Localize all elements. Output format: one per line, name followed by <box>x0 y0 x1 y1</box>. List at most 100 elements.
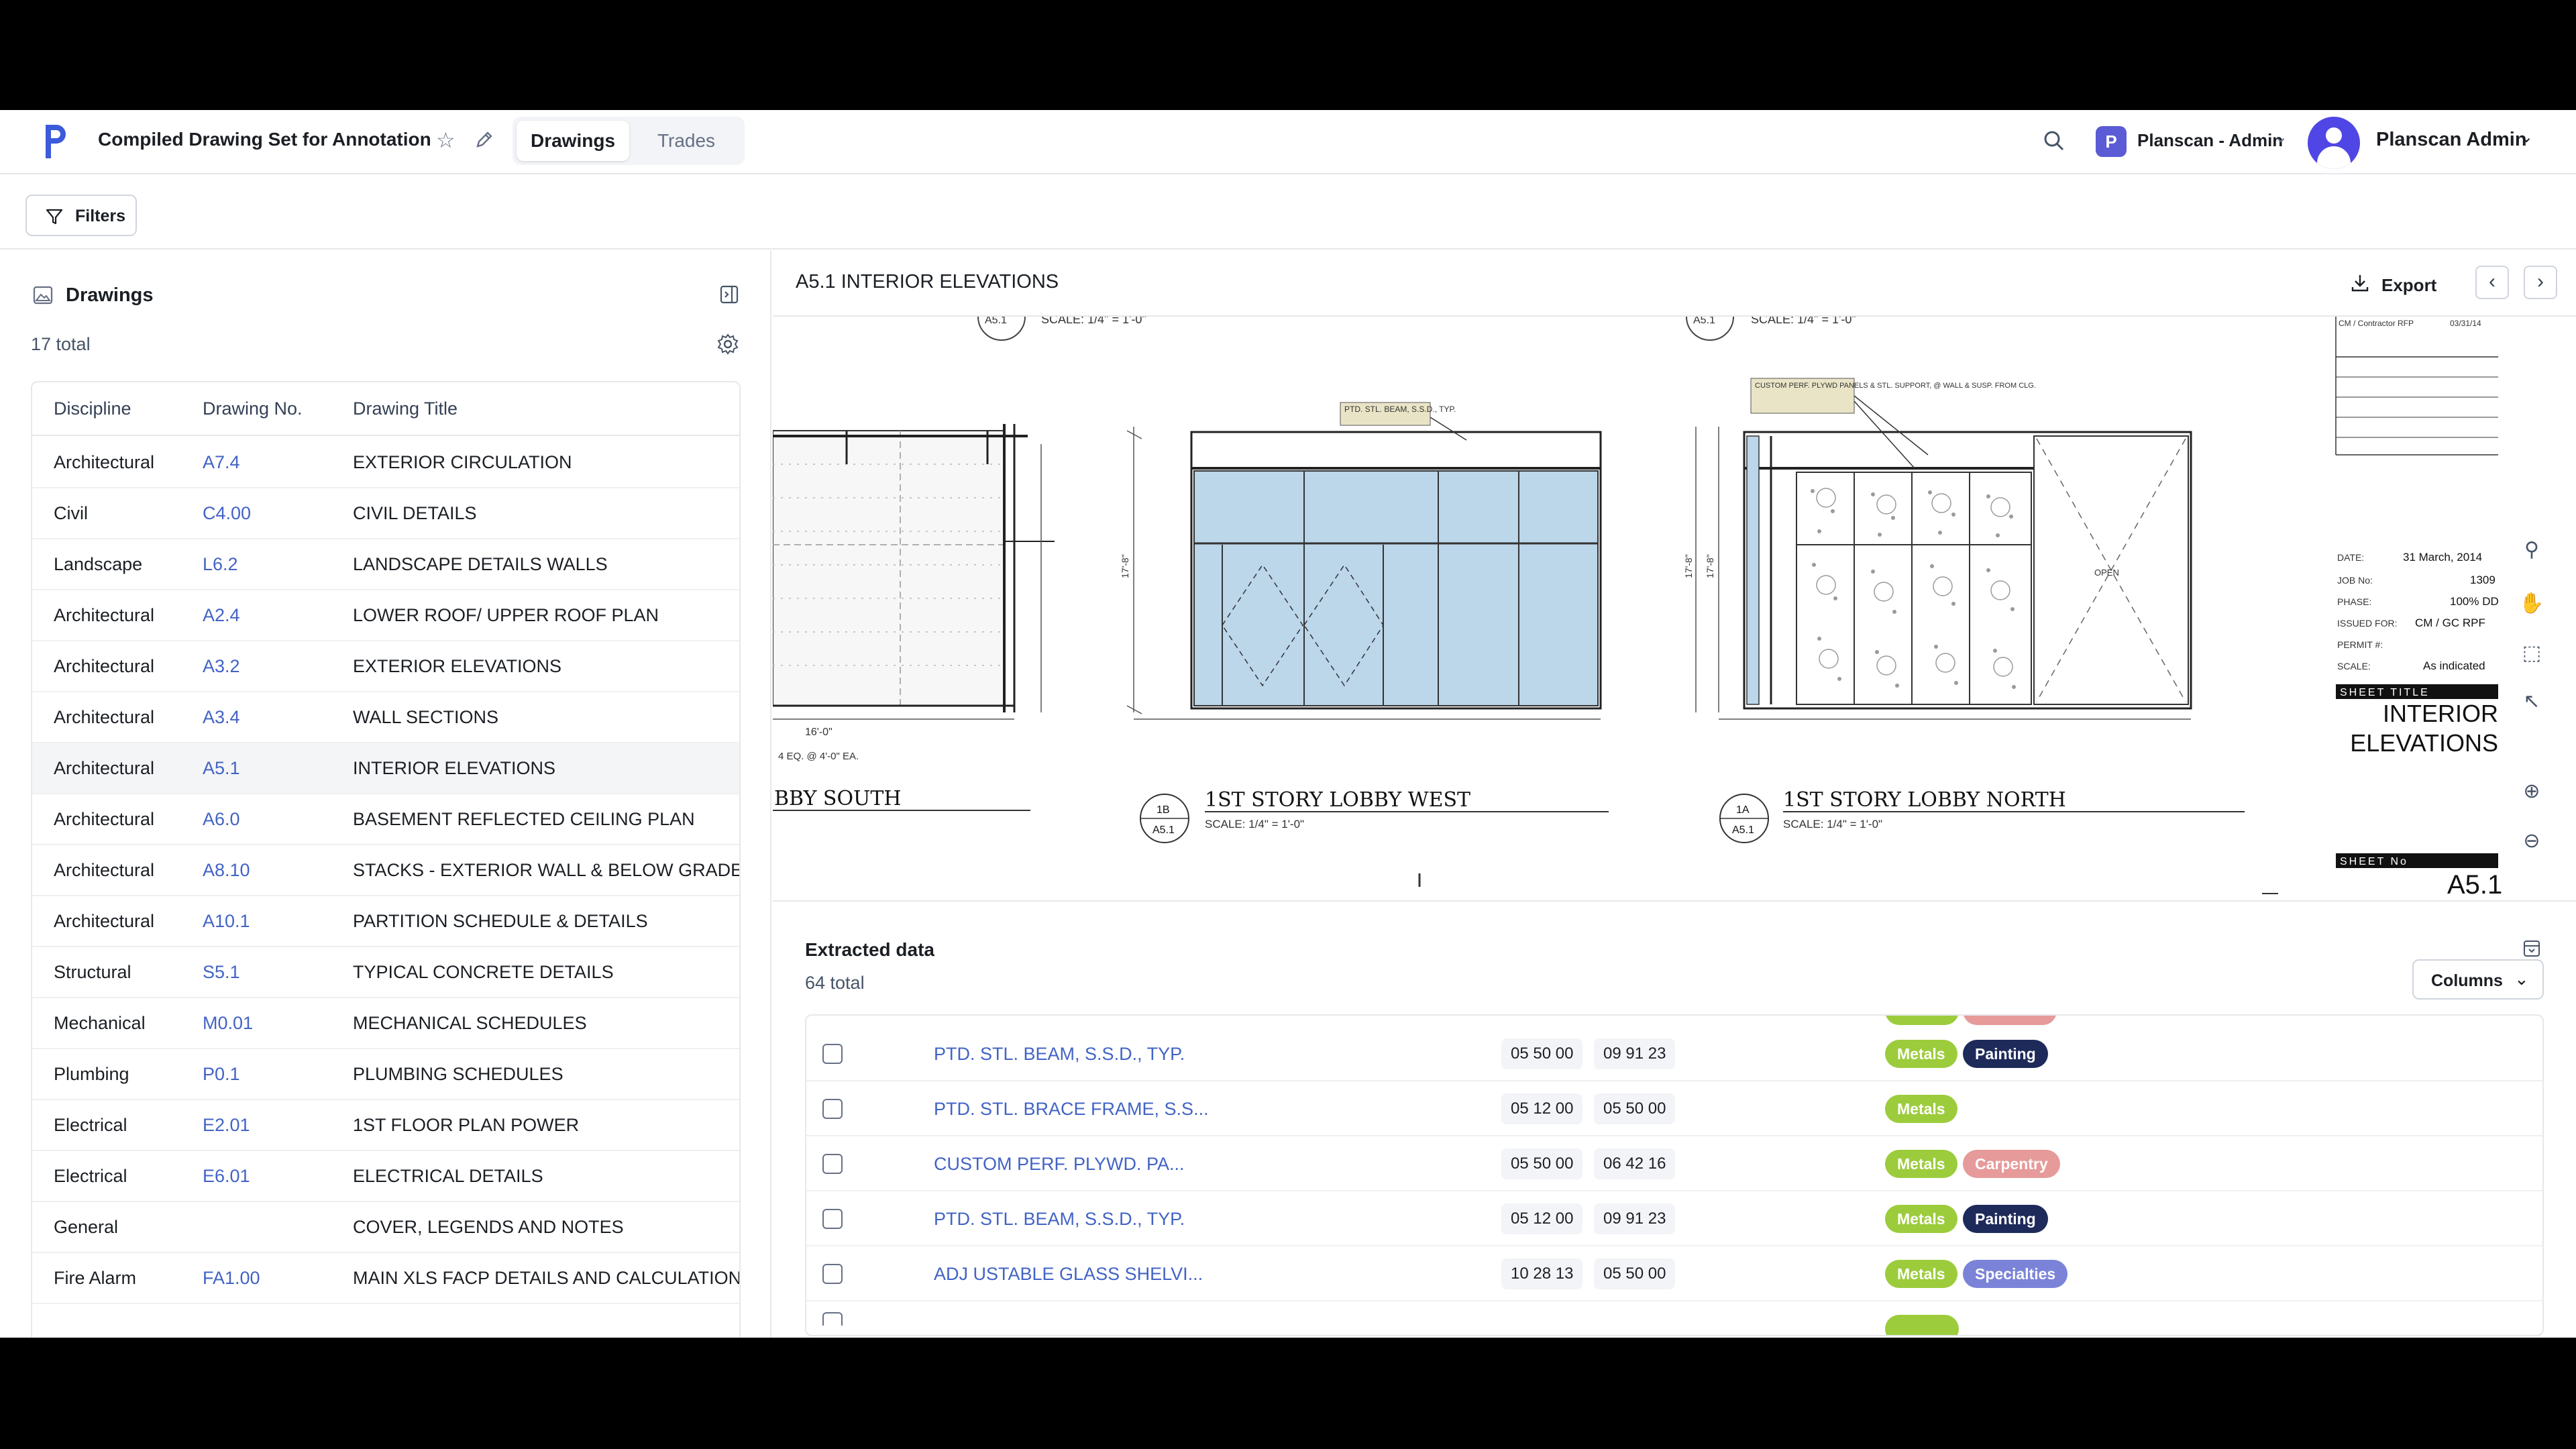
table-row[interactable]: Architectural A10.1 PARTITION SCHEDULE & D… <box>32 896 739 947</box>
drawing-number-link[interactable]: A6.0 <box>203 809 240 830</box>
next-drawing-button[interactable]: › <box>2524 266 2557 299</box>
trade-tag-metals: Metals <box>1885 1260 1957 1288</box>
drawing-number-link[interactable]: C4.00 <box>203 503 251 524</box>
table-row[interactable]: Architectural A3.2 EXTERIOR ELEVATIONS <box>32 641 739 692</box>
edit-icon[interactable] <box>474 129 495 150</box>
drawing-number-link[interactable]: A8.10 <box>203 860 250 881</box>
table-row[interactable]: Civil C4.00 CIVIL DETAILS <box>32 488 739 539</box>
table-row[interactable]: Plumbing P0.1 PLUMBING SCHEDULES <box>32 1049 739 1100</box>
gear-icon[interactable] <box>716 333 739 356</box>
spec-code: 09 91 23 <box>1594 1038 1676 1069</box>
previous-drawing-button[interactable]: ‹ <box>2475 266 2509 299</box>
column-header-drawing-title[interactable]: Drawing Title <box>353 398 458 419</box>
table-row[interactable]: Mechanical M0.01 MECHANICAL SCHEDULES <box>32 998 739 1049</box>
user-avatar[interactable] <box>2308 117 2360 169</box>
drawing-number-link[interactable]: E6.01 <box>203 1166 250 1187</box>
collapse-panel-icon[interactable] <box>2522 939 2541 958</box>
pan-hand-icon[interactable]: ✋ <box>2514 586 2549 621</box>
contractor-date: 03/31/14 <box>2450 319 2481 328</box>
org-avatar[interactable]: P <box>2096 126 2127 157</box>
chevron-down-icon[interactable]: ⌄ <box>2274 127 2288 147</box>
table-row[interactable]: Electrical E2.01 1ST FLOOR PLAN POWER <box>32 1100 739 1151</box>
drawing-number-link[interactable]: S5.1 <box>203 962 240 983</box>
phase-value: 100% DD <box>2450 595 2499 608</box>
select-area-icon[interactable]: ⬚ <box>2514 636 2549 671</box>
top-bar: Compiled Drawing Set for Annotation ☆ Dr… <box>0 110 2576 174</box>
drawing-number-link[interactable]: E2.01 <box>203 1115 250 1136</box>
user-menu[interactable]: Planscan Admin <box>2376 129 2527 151</box>
drawing-number-link[interactable]: A3.2 <box>203 656 240 677</box>
item-name-link[interactable]: CUSTOM PERF. PLYWD. PA... <box>934 1154 1185 1175</box>
table-row[interactable]: Electrical E6.01 ELECTRICAL DETAILS <box>32 1151 739 1202</box>
row-checkbox[interactable] <box>822 1209 843 1229</box>
discipline-cell: Architectural <box>54 911 155 931</box>
permit-label: PERMIT #: <box>2337 639 2383 650</box>
column-header-drawing-no[interactable]: Drawing No. <box>203 398 303 419</box>
drawing-title-cell: COVER, LEGENDS AND NOTES <box>353 1217 624 1237</box>
collapse-panel-icon[interactable] <box>719 284 739 305</box>
scale-text: SCALE: 1/4" = 1'-0" <box>1205 818 1304 830</box>
tab-drawings[interactable]: Drawings <box>517 121 629 161</box>
table-row[interactable]: Architectural A6.0 BASEMENT REFLECTED CEIL… <box>32 794 739 845</box>
scale-fragment-left: A5.1 SCALE: 1/4" = 1'-0" <box>977 317 1146 341</box>
item-name-link[interactable]: ADJ USTABLE GLASS SHELVI... <box>934 1264 1203 1285</box>
drawing-number-link[interactable]: M0.01 <box>203 1013 253 1034</box>
search-icon[interactable] <box>2042 129 2066 153</box>
drawing-number-link[interactable]: A3.4 <box>203 707 240 728</box>
columns-button[interactable]: Columns ⌄ <box>2412 959 2544 1000</box>
org-switcher[interactable]: Planscan - Admin <box>2137 130 2283 151</box>
table-row[interactable]: CUSTOM PERF. PLYWD. PA... 05 50 00 06 42… <box>806 1136 2542 1191</box>
pin-icon[interactable]: ⚲ <box>2514 533 2549 568</box>
table-row[interactable]: Architectural A3.4 WALL SECTIONS <box>32 692 739 743</box>
table-row[interactable]: Architectural A2.4 LOWER ROOF/ UPPER ROOF … <box>32 590 739 641</box>
table-row[interactable]: PTD. STL. BEAM, S.S.D., TYP. 05 50 00 09… <box>806 1026 2542 1081</box>
row-checkbox[interactable] <box>822 1154 843 1174</box>
row-checkbox[interactable] <box>822 1044 843 1064</box>
zoom-out-icon[interactable]: ⊖ <box>2514 824 2549 859</box>
image-icon <box>33 286 53 305</box>
drawing-title-cell: 1ST FLOOR PLAN POWER <box>353 1115 580 1135</box>
table-header: Discipline Drawing No. Drawing Title <box>32 382 739 436</box>
row-checkbox[interactable] <box>822 1264 843 1284</box>
planscan-logo[interactable] <box>42 122 68 161</box>
contractor-text: CM / Contractor RFP <box>2339 319 2414 328</box>
sheet-title-line-1: INTERIOR <box>2383 700 2498 727</box>
drawing-number-link[interactable]: P0.1 <box>203 1064 240 1085</box>
pointer-icon[interactable]: ↖ <box>2514 684 2549 719</box>
column-header-discipline[interactable]: Discipline <box>54 398 131 419</box>
drawing-number-link[interactable]: A2.4 <box>203 605 240 626</box>
table-row[interactable]: PTD. STL. BEAM, S.S.D., TYP. 05 12 00 09… <box>806 1191 2542 1246</box>
row-checkbox[interactable] <box>822 1099 843 1119</box>
drawing-canvas[interactable]: A5.1 SCALE: 1/4" = 1'-0" A5.1 SCALE: 1/4… <box>773 315 2576 902</box>
chevron-down-icon[interactable]: ⌄ <box>2520 127 2533 147</box>
zoom-in-icon[interactable]: ⊕ <box>2514 774 2549 809</box>
extracted-table: PTD. STL. BEAM, S.S.D., TYP. 05 50 00 09… <box>805 1014 2544 1336</box>
drawing-number-link[interactable]: L6.2 <box>203 554 238 575</box>
table-row[interactable]: Landscape L6.2 LANDSCAPE DETAILS WALLS <box>32 539 739 590</box>
star-icon[interactable]: ☆ <box>436 127 455 153</box>
table-row-selected[interactable]: Architectural A5.1 INTERIOR ELEVATIONS <box>32 743 739 794</box>
drawing-number-link[interactable]: FA1.00 <box>203 1268 260 1289</box>
item-name-link[interactable]: PTD. STL. BRACE FRAME, S.S... <box>934 1099 1209 1120</box>
table-row[interactable]: Structural S5.1 TYPICAL CONCRETE DETAILS <box>32 947 739 998</box>
item-name-link[interactable]: PTD. STL. BEAM, S.S.D., TYP. <box>934 1044 1185 1065</box>
table-row[interactable]: Architectural A8.10 STACKS - EXTERIOR WALL… <box>32 845 739 896</box>
tab-trades[interactable]: Trades <box>636 121 737 161</box>
table-row[interactable]: Architectural A7.4 EXTERIOR CIRCULATION <box>32 437 739 488</box>
drawing-number-link[interactable]: A5.1 <box>203 758 240 779</box>
drawing-number-link[interactable]: A10.1 <box>203 911 250 932</box>
sheet-title-line-2: ELEVATIONS <box>2350 729 2498 757</box>
item-name-link[interactable]: PTD. STL. BEAM, S.S.D., TYP. <box>934 1209 1185 1230</box>
filters-button[interactable]: Filters <box>25 195 137 236</box>
extracted-title: Extracted data <box>805 939 934 960</box>
table-row[interactable]: ADJ USTABLE GLASS SHELVI... 10 28 13 05 … <box>806 1246 2542 1301</box>
table-row[interactable]: Fire Alarm FA1.00 MAIN XLS FACP DETAILS AN… <box>32 1253 739 1304</box>
drawing-number-link[interactable]: A7.4 <box>203 452 240 473</box>
table-row[interactable]: General COVER, LEGENDS AND NOTES <box>32 1202 739 1253</box>
sheet-ref-text: A5.1 <box>985 317 1007 326</box>
view-title-north: 1ST STORY LOBBY NORTH <box>1783 788 2066 812</box>
scale-label: SCALE: <box>2337 661 2371 672</box>
drawing-title-cell: MECHANICAL SCHEDULES <box>353 1013 587 1033</box>
export-button[interactable]: Export <box>2349 271 2443 298</box>
table-row[interactable]: PTD. STL. BRACE FRAME, S.S... 05 12 00 0… <box>806 1081 2542 1136</box>
